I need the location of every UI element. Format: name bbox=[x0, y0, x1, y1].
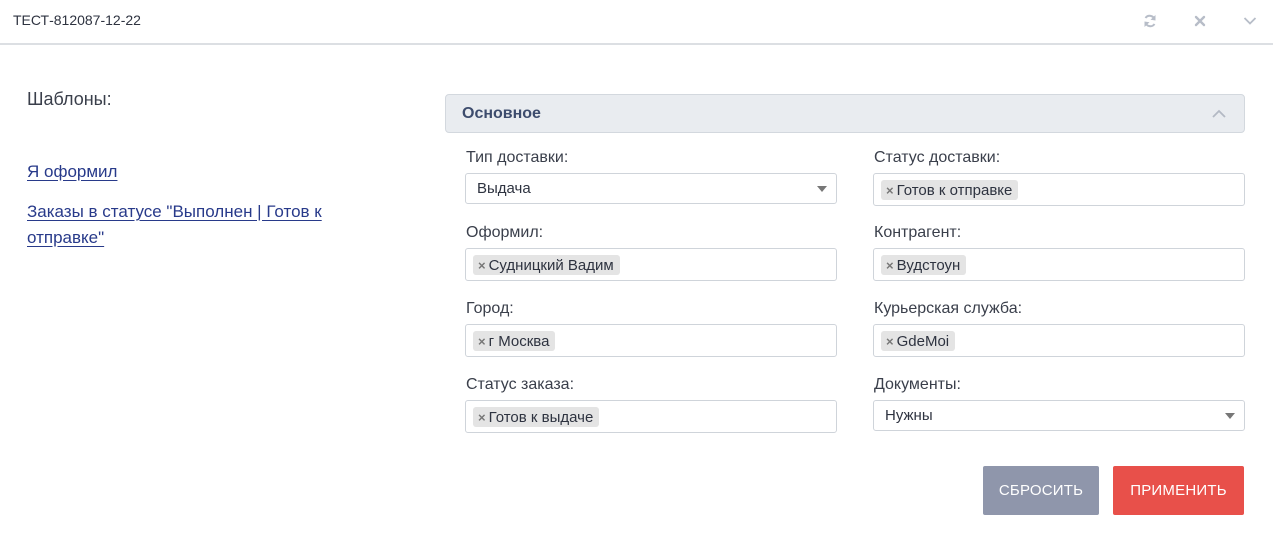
tag-remove-icon[interactable]: × bbox=[478, 334, 486, 349]
tag-label: г Москва bbox=[488, 332, 550, 350]
delivery-status-label: Статус доставки: bbox=[874, 149, 1001, 166]
panel-title: ТЕСТ-812087-12-22 bbox=[13, 12, 141, 28]
templates-title: Шаблоны: bbox=[27, 89, 112, 109]
refresh-icon[interactable] bbox=[1138, 9, 1162, 33]
tag-label: Готов к выдаче bbox=[488, 408, 594, 426]
documents-label: Документы: bbox=[874, 376, 961, 393]
tag-label: Готов к отправке bbox=[896, 181, 1013, 199]
issued-by-field[interactable]: × Судницкий Вадим bbox=[465, 248, 837, 281]
order-status-label: Статус заказа: bbox=[466, 376, 575, 393]
section-main-header[interactable]: Основное bbox=[445, 94, 1245, 133]
delivery-type-select[interactable]: Выдача bbox=[465, 173, 837, 204]
city-field[interactable]: × г Москва bbox=[465, 324, 837, 357]
panel-header: ТЕСТ-812087-12-22 bbox=[0, 0, 1273, 45]
tag-chip: × Судницкий Вадим bbox=[473, 255, 620, 275]
tag-chip: × г Москва bbox=[473, 331, 556, 351]
tag-label: GdeMoi bbox=[896, 332, 950, 350]
chevron-up-icon[interactable] bbox=[1210, 105, 1228, 123]
issued-by-label: Оформил: bbox=[466, 224, 544, 241]
template-link-status-ready[interactable]: Заказы в статусе "Выполнен | Готов к отп… bbox=[27, 199, 357, 251]
tag-remove-icon[interactable]: × bbox=[478, 258, 486, 273]
delivery-status-field[interactable]: × Готов к отправке bbox=[873, 173, 1245, 206]
tag-remove-icon[interactable]: × bbox=[886, 334, 894, 349]
apply-button[interactable]: ПРИМЕНИТЬ bbox=[1113, 466, 1244, 515]
city-label: Город: bbox=[466, 300, 514, 317]
counterparty-label: Контрагент: bbox=[874, 224, 962, 241]
courier-label: Курьерская служба: bbox=[874, 300, 1023, 317]
tag-label: Вудстоун bbox=[896, 256, 961, 274]
reset-button[interactable]: СБРОСИТЬ bbox=[983, 466, 1099, 515]
tag-chip: × Готов к отправке bbox=[881, 180, 1019, 200]
tag-chip: × GdeMoi bbox=[881, 331, 956, 351]
close-icon[interactable] bbox=[1188, 9, 1212, 33]
caret-down-icon bbox=[817, 186, 827, 192]
tag-chip: × Вудстоун bbox=[881, 255, 967, 275]
delivery-type-value: Выдача bbox=[477, 180, 531, 197]
delivery-type-label: Тип доставки: bbox=[466, 149, 569, 166]
tag-remove-icon[interactable]: × bbox=[886, 258, 894, 273]
tag-label: Судницкий Вадим bbox=[488, 256, 614, 274]
section-title: Основное bbox=[462, 105, 541, 122]
template-link-my-orders[interactable]: Я оформил bbox=[27, 159, 117, 185]
tag-remove-icon[interactable]: × bbox=[478, 410, 486, 425]
tag-remove-icon[interactable]: × bbox=[886, 183, 894, 198]
caret-down-icon bbox=[1225, 413, 1235, 419]
tag-chip: × Готов к выдаче bbox=[473, 407, 600, 427]
counterparty-field[interactable]: × Вудстоун bbox=[873, 248, 1245, 281]
courier-field[interactable]: × GdeMoi bbox=[873, 324, 1245, 357]
chevron-down-icon[interactable] bbox=[1238, 9, 1262, 33]
documents-select[interactable]: Нужны bbox=[873, 400, 1245, 431]
order-status-field[interactable]: × Готов к выдаче bbox=[465, 400, 837, 433]
documents-value: Нужны bbox=[885, 407, 933, 424]
